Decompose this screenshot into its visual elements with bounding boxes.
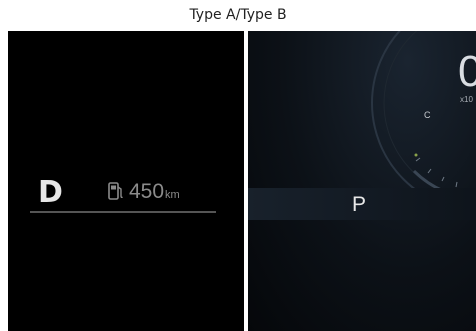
rpm-multiplier: x10 [460,95,473,104]
driving-range: 450km [129,180,180,204]
speedometer-dial [371,31,476,212]
gear-indicator: P [352,193,367,216]
figure-caption: Type A/Type B [189,7,287,23]
range-value: 450 [129,180,165,203]
dial-c-mark: C [424,110,431,120]
range-unit: km [165,189,180,201]
divider-line [30,211,216,213]
speed-readout: 0 [458,47,476,96]
cluster-type-a: D 450km [8,31,244,331]
fuel-pump-icon [108,182,123,200]
gear-indicator: D [38,175,63,210]
cluster-type-b: 0 x10 C P [248,31,476,331]
